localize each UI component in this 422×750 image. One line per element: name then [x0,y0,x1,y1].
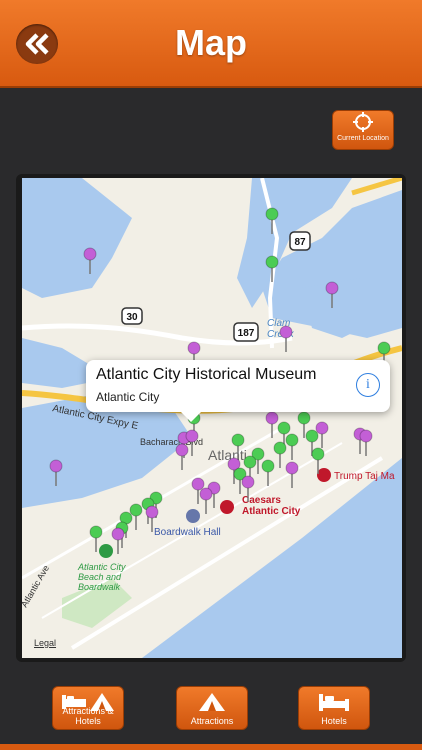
caesars-landmark-icon [220,500,234,514]
callout-title: Atlantic City Historical Museum [96,366,317,383]
legal-link[interactable]: Legal [34,638,56,648]
bottom-edge [0,744,422,750]
route-30-shield: 30 [121,307,143,325]
route-187-shield: 187 [233,322,259,342]
svg-text:87: 87 [294,237,306,248]
map-view[interactable]: 87 30 187 ClamCreek Atlantic City Expy E… [22,178,402,658]
map-canvas: 87 30 187 ClamCreek Atlantic City Expy E… [22,178,402,658]
crosshair-icon [353,112,373,132]
hotels-button[interactable]: Hotels [298,686,370,730]
tent-icon [199,693,225,711]
map-callout[interactable]: Atlantic City Historical Museum Atlantic… [86,360,390,422]
current-location-button[interactable]: Current Location [332,110,394,150]
page-title: Map [175,22,247,63]
route-87-shield: 87 [289,231,311,251]
attractions-button[interactable]: Attractions [176,686,248,730]
current-location-label: Current Location [337,135,389,142]
info-icon[interactable]: i [356,373,380,397]
boardwalk-hall-icon [186,509,200,523]
callout-subtitle: Atlantic City [96,390,160,404]
svg-text:30: 30 [126,312,138,323]
city-label: Atlanti [208,447,247,463]
attractions-hotels-label: Attractions & Hotels [62,706,114,726]
attractions-hotels-button[interactable]: Attractions & Hotels [52,686,124,730]
beach-label: Atlantic City Beach and Boardwalk [77,562,126,592]
boardwalk-hall-label: Boardwalk Hall [154,527,221,538]
trump-landmark-icon [317,468,331,482]
svg-text:187: 187 [238,328,255,339]
trump-label: Trump Taj Ma [334,471,395,482]
hotels-label: Hotels [321,716,347,726]
top-bar: Map [0,0,422,88]
bed-icon [319,694,349,711]
attractions-label: Attractions [190,716,234,726]
beach-park-icon [99,544,113,558]
